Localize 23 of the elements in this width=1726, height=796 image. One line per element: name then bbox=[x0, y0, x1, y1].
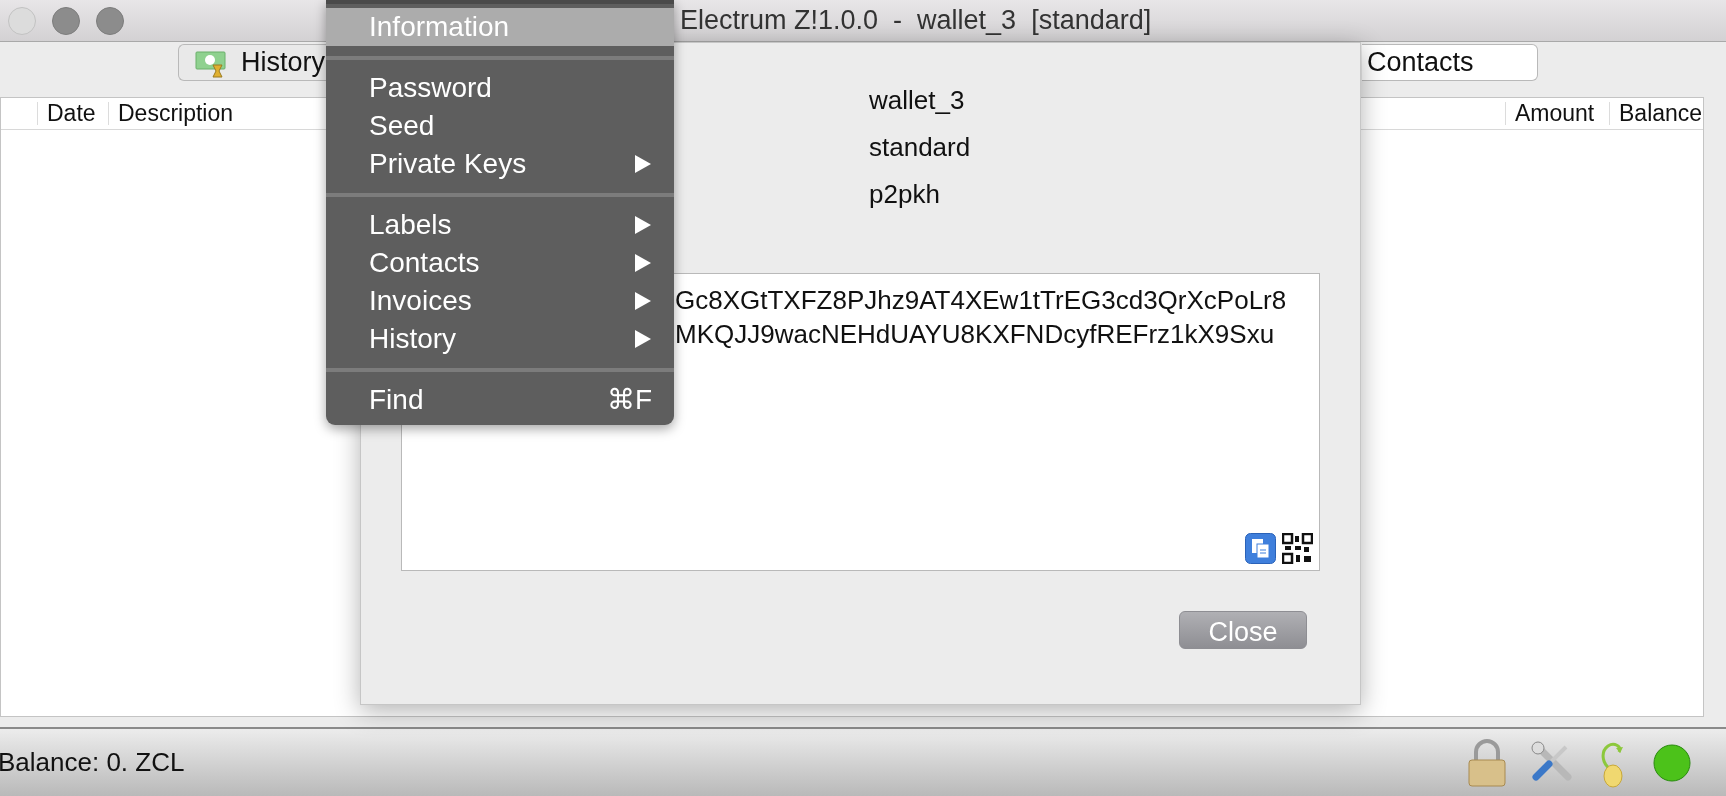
field-value: p2pkh bbox=[869, 178, 941, 211]
column-header[interactable]: Amount bbox=[1505, 102, 1609, 125]
menu-item[interactable]: Private Keys bbox=[326, 145, 674, 183]
field-value: standard bbox=[869, 131, 972, 164]
copy-icon[interactable] bbox=[1245, 533, 1276, 564]
tab[interactable]: History bbox=[178, 44, 326, 81]
qr-code-icon[interactable] bbox=[1282, 533, 1313, 564]
balance-text: Balance: 0. ZCL bbox=[0, 746, 185, 779]
window-button[interactable] bbox=[96, 6, 124, 35]
status-dot[interactable] bbox=[1652, 742, 1692, 783]
lock-icon[interactable] bbox=[1466, 738, 1508, 787]
menu-item[interactable]: Password bbox=[326, 69, 674, 107]
column-header[interactable]: Balance bbox=[1609, 102, 1703, 125]
window-title: Electrum Z!1.0.0 - wallet_3 [standard] bbox=[680, 4, 1152, 38]
shortcut-label: ⌘F bbox=[606, 383, 652, 417]
menu-item[interactable]: Labels bbox=[326, 206, 674, 244]
field-value: wallet_3 bbox=[869, 84, 966, 117]
text-line: Gc8XGtTXFZ8PJhz9AT4XEw1tTrEG3cd3QrXcPoLr8 bbox=[675, 284, 1288, 317]
text-line: MKQJJ9wacNEHdUAYU8KXFNDcyfREFrz1kX9Sxu bbox=[675, 318, 1276, 351]
menu-item[interactable]: Seed bbox=[326, 107, 674, 145]
tab[interactable]: Contacts bbox=[1362, 44, 1538, 81]
window-button[interactable] bbox=[52, 6, 80, 35]
column-header[interactable]: Date bbox=[37, 102, 108, 125]
